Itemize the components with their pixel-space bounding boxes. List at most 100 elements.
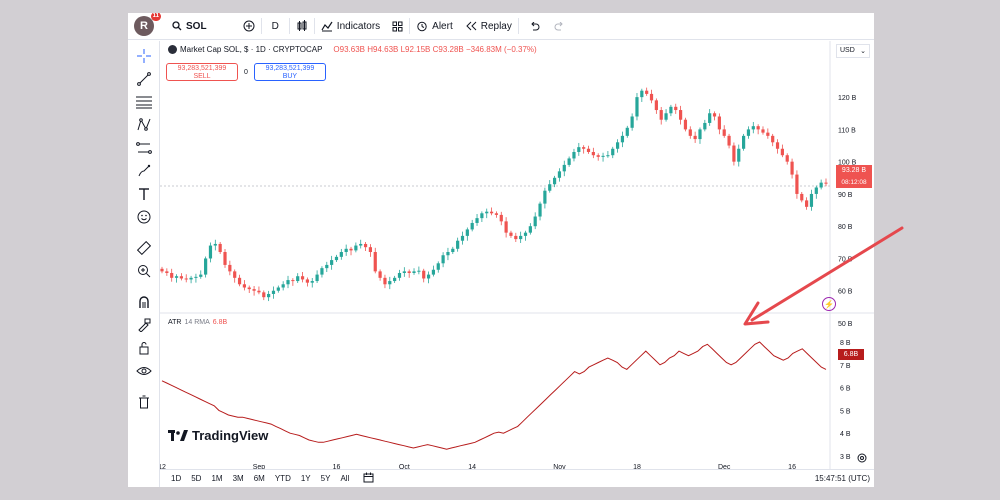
candle-body xyxy=(417,270,421,272)
fib-retracement-icon[interactable] xyxy=(134,93,154,111)
indicators-icon xyxy=(321,20,333,32)
candle-body xyxy=(552,177,557,185)
indicators-button[interactable]: Indicators xyxy=(315,13,386,39)
range-1m[interactable]: 1M xyxy=(206,474,227,483)
text-icon[interactable] xyxy=(134,185,154,203)
magnet-icon[interactable] xyxy=(134,293,154,311)
alert-button[interactable]: Alert xyxy=(410,13,459,39)
candle-body xyxy=(601,155,605,157)
candle-body xyxy=(780,148,784,156)
plus-circle-icon xyxy=(243,20,255,32)
undo-button[interactable] xyxy=(519,13,550,39)
zoom-in-icon[interactable] xyxy=(134,262,154,280)
forecast-icon[interactable] xyxy=(134,139,154,157)
candle-body xyxy=(722,129,726,136)
candle-body xyxy=(199,274,203,277)
atr-last-tag: 6.8B xyxy=(838,349,864,360)
lightning-icon[interactable]: ⚡ xyxy=(822,297,836,311)
candle-body xyxy=(233,271,237,278)
chart-canvas[interactable]: 120 B110 B100 B90 B80 B70 B60 B50 B 8 B7… xyxy=(160,41,874,469)
candle-body xyxy=(805,200,809,207)
atr-legend[interactable]: ATR 14 RMA 6.8B xyxy=(168,319,227,326)
symbol-label: SOL xyxy=(186,20,207,32)
candle-body xyxy=(441,255,445,264)
candle-body xyxy=(339,252,343,257)
range-3m[interactable]: 3M xyxy=(228,474,249,483)
avatar-letter: R xyxy=(140,20,148,32)
candle-body xyxy=(456,240,460,249)
utc-clock[interactable]: 15:47:51 (UTC) xyxy=(815,474,870,483)
candle-body xyxy=(528,226,532,233)
atr-tick-label: 3 B xyxy=(840,454,851,461)
replay-button[interactable]: Replay xyxy=(459,13,518,39)
candle-body xyxy=(359,243,363,246)
candle-body xyxy=(596,155,600,157)
ruler-icon[interactable] xyxy=(134,239,154,257)
range-6m[interactable]: 6M xyxy=(249,474,270,483)
candle-body xyxy=(247,287,251,290)
candle-body xyxy=(267,293,271,298)
drawing-toolbar xyxy=(128,41,160,487)
candle-body xyxy=(242,284,246,288)
eye-icon[interactable] xyxy=(134,362,154,380)
candle-body xyxy=(582,147,586,149)
candle-body xyxy=(519,235,523,240)
templates-button[interactable] xyxy=(386,13,409,39)
emoji-icon[interactable] xyxy=(134,208,154,226)
atr-tick-label: 4 B xyxy=(840,431,851,438)
interval-label: D xyxy=(271,20,279,32)
alert-label: Alert xyxy=(432,20,453,32)
tv-logo-icon xyxy=(168,429,188,441)
brush-icon[interactable] xyxy=(134,162,154,180)
candle-body xyxy=(393,277,397,282)
candle-body xyxy=(480,213,484,219)
trend-line-icon[interactable] xyxy=(134,70,154,88)
candle-body xyxy=(426,274,431,279)
range-ytd[interactable]: YTD xyxy=(270,474,296,483)
calendar-icon[interactable] xyxy=(358,472,379,485)
price-tick-label: 120 B xyxy=(838,95,857,102)
range-1d[interactable]: 1D xyxy=(166,474,186,483)
candle-body xyxy=(451,248,455,253)
candle-body xyxy=(737,148,741,162)
redo-button[interactable] xyxy=(550,13,569,39)
chart-type-button[interactable] xyxy=(290,13,314,39)
compare-button[interactable] xyxy=(237,13,261,39)
range-all[interactable]: All xyxy=(335,474,354,483)
pattern-icon[interactable] xyxy=(134,116,154,134)
rewind-icon xyxy=(465,21,477,31)
price-tick-label: 60 B xyxy=(838,289,853,296)
candle-body xyxy=(819,182,823,188)
candle-body xyxy=(325,264,329,269)
replay-label: Replay xyxy=(480,20,512,32)
price-axis: 120 B110 B100 B90 B80 B70 B60 B50 B xyxy=(838,95,857,328)
candle-body xyxy=(213,243,217,246)
range-1y[interactable]: 1Y xyxy=(296,474,316,483)
range-5d[interactable]: 5D xyxy=(186,474,206,483)
logo-text: TradingView xyxy=(192,428,269,443)
candle-body xyxy=(543,190,547,204)
interval-button[interactable]: D xyxy=(262,13,289,39)
candle-body xyxy=(436,263,440,270)
range-5y[interactable]: 5Y xyxy=(316,474,336,483)
candle-body xyxy=(363,243,368,248)
unlock-icon[interactable] xyxy=(134,339,154,357)
user-avatar[interactable]: R 11 xyxy=(134,13,161,36)
candle-body xyxy=(310,281,314,283)
candle-body xyxy=(179,276,183,279)
candle-body xyxy=(620,135,625,143)
settings-gear-icon[interactable] xyxy=(856,451,868,463)
alarm-clock-icon xyxy=(416,20,428,32)
candle-body xyxy=(465,229,469,236)
candle-body xyxy=(790,161,794,175)
candle-body xyxy=(698,129,702,140)
lock-drawing-icon[interactable] xyxy=(134,316,154,334)
candle-body xyxy=(170,272,174,278)
candle-body xyxy=(649,93,654,101)
symbol-search[interactable]: SOL xyxy=(166,13,213,39)
tradingview-window: R 11 SOL D Indicators Alert Replay Marke… xyxy=(128,13,874,487)
trash-icon[interactable] xyxy=(134,393,154,411)
candle-body xyxy=(795,174,799,194)
crosshair-icon[interactable] xyxy=(134,47,154,65)
search-icon xyxy=(172,21,182,31)
